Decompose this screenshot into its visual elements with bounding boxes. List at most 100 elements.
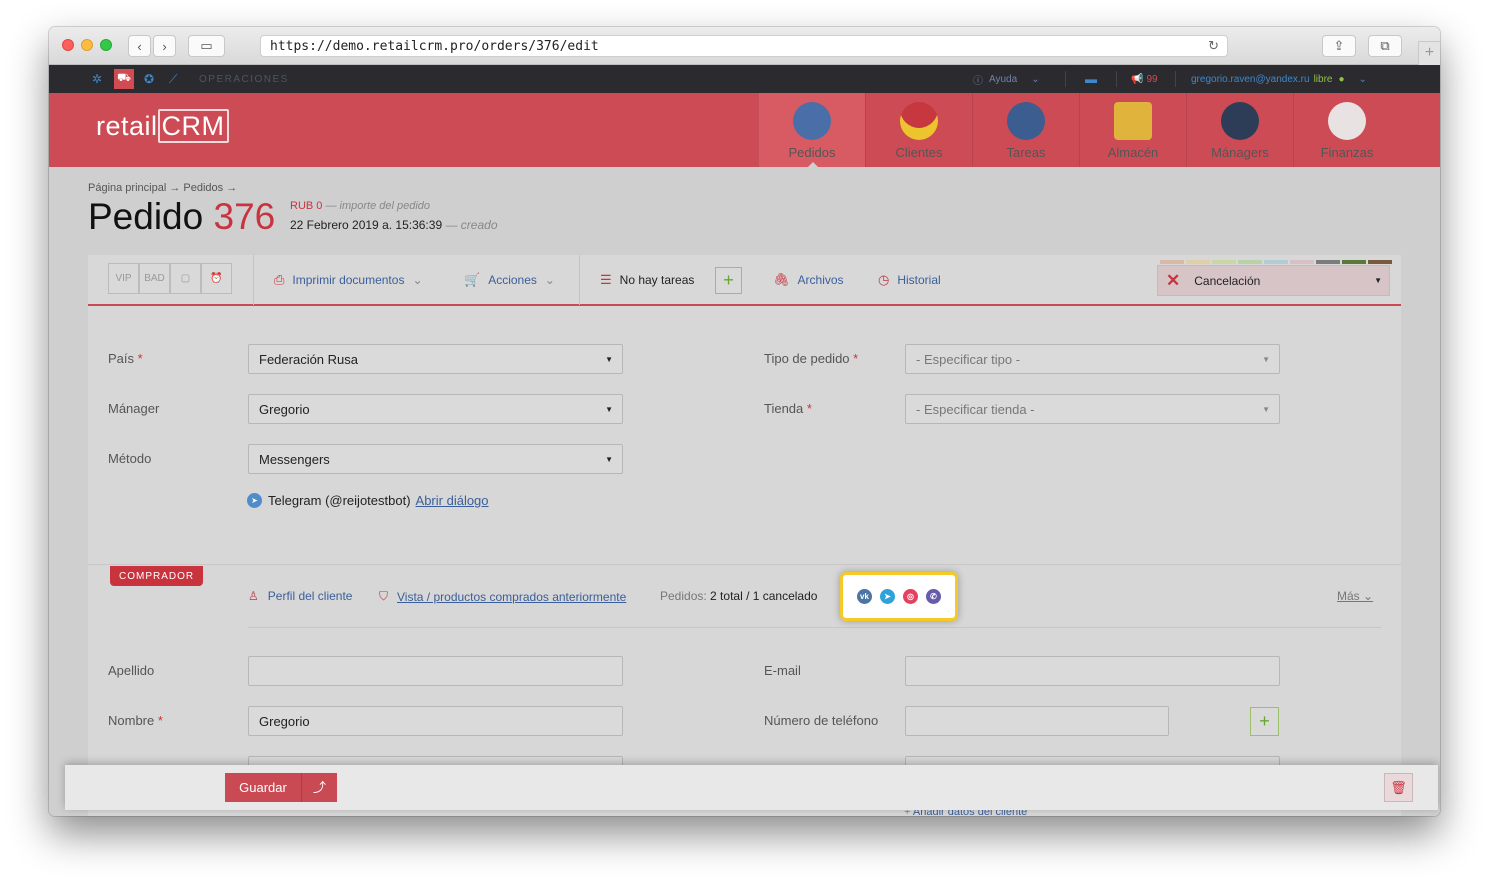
integrations-icon[interactable]: ✪ bbox=[144, 65, 154, 93]
alarm-icon[interactable]: ⏰ bbox=[201, 263, 232, 294]
tasks-link[interactable]: ☰ No hay tareas bbox=[600, 272, 694, 288]
settings-icon[interactable]: ✲ bbox=[92, 65, 102, 93]
help-link[interactable]: ⓘ Ayuda ⌄ bbox=[973, 65, 1040, 93]
divider bbox=[1065, 71, 1066, 87]
trash-icon: 🗑 bbox=[1390, 779, 1407, 795]
caret-down-icon: ▼ bbox=[605, 454, 613, 464]
flag-icon[interactable]: ▢ bbox=[170, 263, 201, 294]
chevron-down-icon: ⌄ bbox=[544, 273, 555, 287]
telegram-icon[interactable]: ➤ bbox=[880, 589, 895, 604]
vip-flag[interactable]: VIP bbox=[108, 263, 139, 294]
share-icon: ⇪ bbox=[1333, 38, 1345, 53]
order-type-select[interactable]: - Especificar tipo - ▼ bbox=[905, 344, 1280, 374]
back-button[interactable]: ‹ bbox=[128, 35, 151, 57]
chevron-down-icon: ⌄ bbox=[1358, 73, 1367, 85]
share-button[interactable]: ⇪ bbox=[1322, 35, 1356, 57]
chevron-down-icon: ⌄ bbox=[1031, 73, 1040, 85]
delete-button[interactable]: 🗑 bbox=[1384, 773, 1413, 802]
sidebar-toggle-button[interactable]: ▭ bbox=[188, 35, 225, 57]
breadcrumb[interactable]: Página principal → Pedidos → bbox=[88, 182, 237, 194]
retailcrm-logo[interactable]: retail CRM bbox=[96, 109, 229, 143]
bad-flag[interactable]: BAD bbox=[139, 263, 170, 294]
name-input[interactable]: Gregorio bbox=[248, 706, 623, 736]
phone-label: Número de teléfono bbox=[764, 713, 879, 728]
chat-icon[interactable]: ▬ bbox=[1085, 65, 1097, 93]
chevron-right-icon: › bbox=[162, 38, 167, 54]
forward-button[interactable]: › bbox=[153, 35, 176, 57]
country-select[interactable]: Federación Rusa ▼ bbox=[248, 344, 623, 374]
cancel-icon: ✕ bbox=[1166, 270, 1181, 290]
divider bbox=[1116, 71, 1117, 87]
module-clientes[interactable]: Clientes bbox=[865, 93, 972, 167]
email-input[interactable] bbox=[905, 656, 1280, 686]
order-amount: RUB 0 — importe del pedido bbox=[290, 200, 431, 212]
print-documents-button[interactable]: ⎙ Imprimir documentos ⌄ bbox=[274, 272, 423, 288]
minimize-window-button[interactable] bbox=[81, 39, 93, 51]
chevron-down-icon: ⌄ bbox=[412, 273, 423, 287]
status-select[interactable]: ✕ Cancelación ▼ bbox=[1157, 265, 1390, 296]
help-icon: ⓘ bbox=[973, 75, 983, 87]
order-card: VIP BAD ▢ ⏰ ⎙ Imprimir documentos ⌄ 🛒 Accio… bbox=[88, 255, 1401, 816]
analytics-icon[interactable]: ⟋ bbox=[169, 65, 177, 93]
vk-icon[interactable]: vk bbox=[857, 589, 872, 604]
add-task-button[interactable]: + bbox=[715, 267, 742, 294]
instagram-icon[interactable]: ◎ bbox=[903, 589, 918, 604]
finance-icon bbox=[1328, 102, 1366, 140]
page-title: Pedido 376 bbox=[88, 196, 276, 237]
divider bbox=[579, 255, 580, 305]
add-phone-button[interactable]: + bbox=[1250, 707, 1279, 736]
reload-icon[interactable]: ↻ bbox=[1208, 39, 1219, 54]
status-stripe bbox=[1160, 260, 1184, 264]
module-managers[interactable]: Mánagers bbox=[1186, 93, 1293, 167]
save-button[interactable]: Guardar ⤴ bbox=[225, 773, 337, 802]
divider bbox=[1175, 71, 1176, 87]
address-bar[interactable]: https://demo.retailcrm.pro/orders/376/ed… bbox=[260, 35, 1228, 57]
purchased-products-link[interactable]: ⛉ Vista / productos comprados anteriormen… bbox=[379, 589, 626, 604]
close-window-button[interactable] bbox=[62, 39, 74, 51]
lastname-input[interactable] bbox=[248, 656, 623, 686]
box-icon bbox=[1114, 102, 1152, 140]
manager-select[interactable]: Gregorio ▼ bbox=[248, 394, 623, 424]
history-link[interactable]: ◷ Historial bbox=[878, 272, 941, 288]
viber-icon[interactable]: ✆ bbox=[926, 589, 941, 604]
shop-select[interactable]: - Especificar tienda - ▼ bbox=[905, 394, 1280, 424]
more-button[interactable]: Más ⌄ bbox=[1337, 589, 1373, 603]
notifications-button[interactable]: 📢 99 bbox=[1131, 65, 1158, 93]
printer-icon: ⎙ bbox=[274, 272, 285, 287]
maximize-window-button[interactable] bbox=[100, 39, 112, 51]
module-tareas[interactable]: Tareas bbox=[972, 93, 1079, 167]
method-select[interactable]: Messengers ▼ bbox=[248, 444, 623, 474]
module-finanzas[interactable]: Finanzas bbox=[1293, 93, 1400, 167]
cart-icon[interactable]: ⛟ bbox=[114, 69, 134, 89]
files-link[interactable]: 🖇 Archivos bbox=[773, 272, 844, 288]
status-stripe bbox=[1290, 260, 1314, 264]
telegram-info: ➤ Telegram (@reijotestbot) Abrir diálogo bbox=[247, 493, 489, 508]
order-created: 22 Febrero 2019 a. 15:36:39 — creado bbox=[290, 218, 498, 232]
chevron-down-icon: ⌄ bbox=[1363, 589, 1374, 603]
customer-section-badge: COMPRADOR bbox=[110, 566, 204, 586]
email-label: E-mail bbox=[764, 663, 801, 678]
new-tab-button[interactable]: + bbox=[1418, 41, 1440, 65]
customer-profile-link[interactable]: ♙ Perfil del cliente bbox=[248, 589, 352, 603]
status-color-strip bbox=[1160, 260, 1394, 264]
lastname-label: Apellido bbox=[108, 663, 155, 678]
tabs-button[interactable]: ⧉ bbox=[1368, 35, 1402, 57]
status-stripe bbox=[1186, 260, 1210, 264]
paperclip-icon: 🖇 bbox=[773, 272, 790, 287]
status-stripe bbox=[1212, 260, 1236, 264]
customer-social-icons: vk ➤ ◎ ✆ bbox=[840, 572, 958, 621]
caret-down-icon: ▼ bbox=[605, 404, 613, 414]
phone-input[interactable] bbox=[905, 706, 1169, 736]
tasks-icon bbox=[1007, 102, 1045, 140]
header: retail CRM Pedidos Clientes Tareas Almacé… bbox=[49, 93, 1440, 168]
module-pedidos[interactable]: Pedidos bbox=[758, 93, 865, 168]
customer-orders-count: Pedidos: 2 total / 1 cancelado bbox=[660, 589, 818, 603]
status-stripe bbox=[1264, 260, 1288, 264]
method-label: Método bbox=[108, 451, 152, 466]
save-options-icon[interactable]: ⤴ bbox=[301, 773, 337, 802]
actions-button[interactable]: 🛒 Acciones ⌄ bbox=[464, 272, 555, 288]
module-almacen[interactable]: Almacén bbox=[1079, 93, 1186, 167]
order-type-label: Tipo de pedido * bbox=[764, 351, 859, 366]
open-dialog-link[interactable]: Abrir diálogo bbox=[416, 493, 489, 508]
user-menu[interactable]: gregorio.raven@yandex.ru libre ● ⌄ bbox=[1191, 65, 1367, 93]
